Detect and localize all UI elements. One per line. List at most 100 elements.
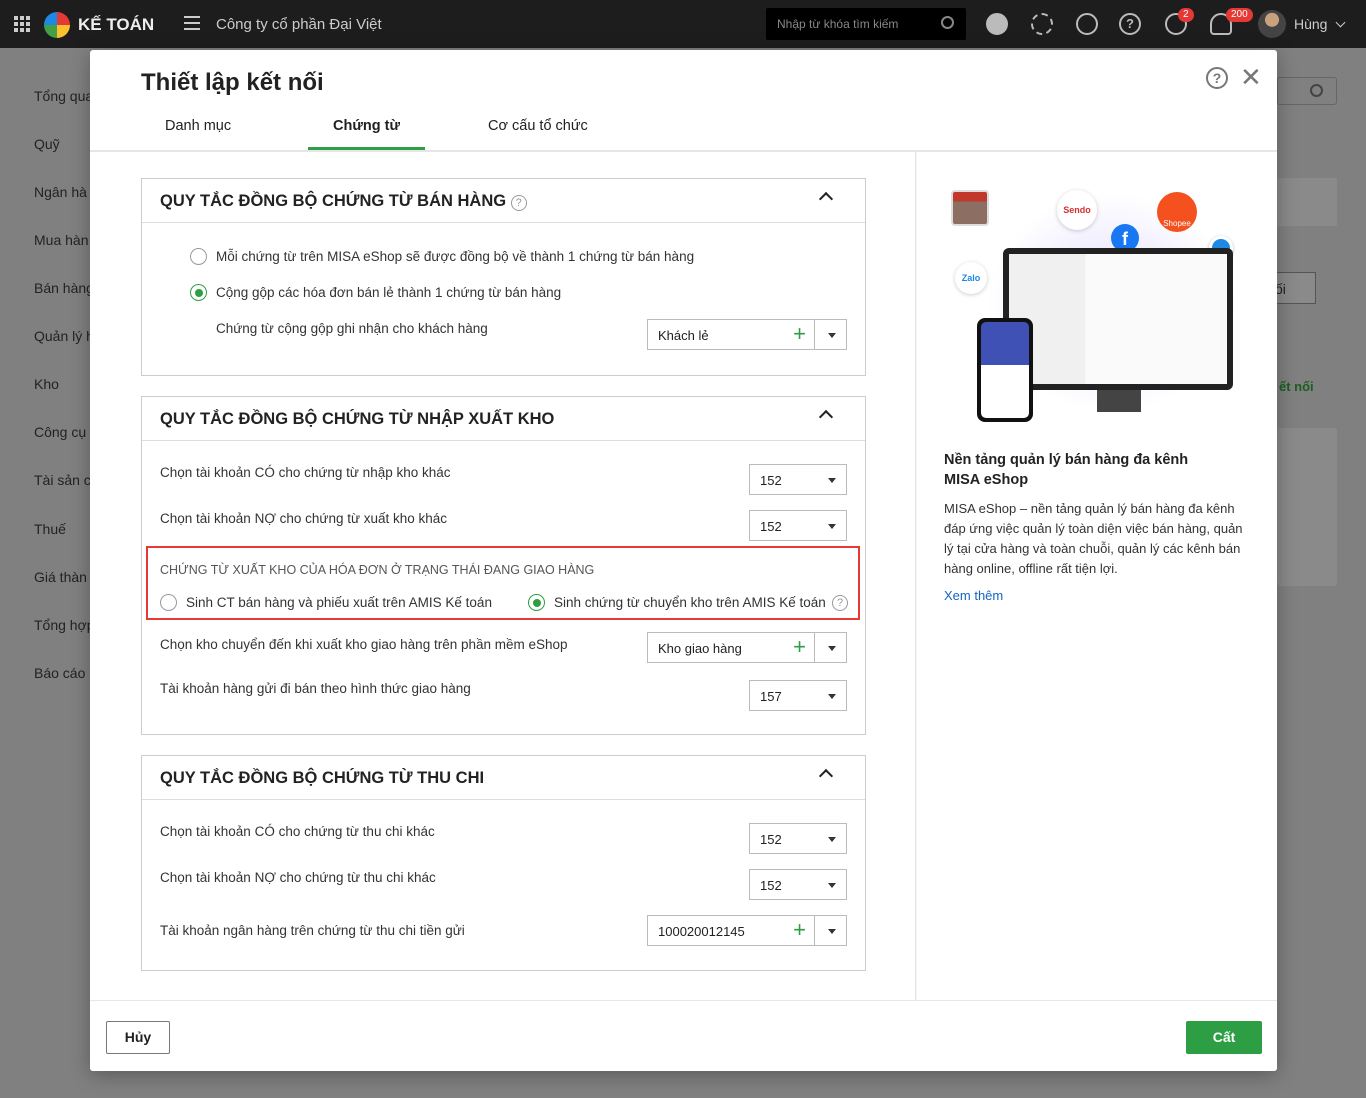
help-icon[interactable]: ? xyxy=(832,595,848,611)
chevron-up-icon[interactable] xyxy=(818,409,834,425)
customer-select[interactable]: Khách lẻ + xyxy=(647,319,847,350)
chevron-up-icon[interactable] xyxy=(818,191,834,207)
chat-icon[interactable] xyxy=(1076,13,1098,35)
sidebar-item[interactable]: Tổng hợp xyxy=(34,617,95,633)
sidebar-item[interactable]: Giá thàn xyxy=(34,569,87,585)
gear-icon[interactable] xyxy=(1031,13,1053,35)
sidebar-item[interactable]: Mua hàn xyxy=(34,232,88,248)
credit-account-label: Chọn tài khoản CÓ cho chứng từ nhập kho … xyxy=(160,465,451,480)
select-value: 152 xyxy=(760,878,782,893)
section-title-text: QUY TẮC ĐỒNG BỘ CHỨNG TỪ BÁN HÀNG xyxy=(160,192,507,210)
debit-account-label: Chọn tài khoản NỢ cho chứng từ thu chi k… xyxy=(160,870,436,885)
close-icon[interactable]: ✕ xyxy=(1240,64,1262,90)
avatar[interactable] xyxy=(1258,10,1286,38)
select-value: 152 xyxy=(760,832,782,847)
search-box[interactable]: Nhập từ khóa tìm kiếm xyxy=(766,8,966,40)
section-header[interactable]: QUY TẮC ĐỒNG BỘ CHỨNG TỪ BÁN HÀNG ? xyxy=(142,179,865,223)
section-title: QUY TẮC ĐỒNG BỘ CHỨNG TỪ BÁN HÀNG ? xyxy=(160,192,527,211)
top-bar: KẾ TOÁN Công ty cổ phần Đại Việt Nhập từ… xyxy=(0,0,1366,48)
credit-account-select[interactable]: 152 xyxy=(749,464,847,495)
add-icon[interactable]: + xyxy=(793,919,806,941)
section-header[interactable]: QUY TẮC ĐỒNG BỘ CHỨNG TỪ NHẬP XUẤT KHO xyxy=(142,397,865,441)
radio-merge-retail[interactable] xyxy=(190,284,207,301)
sidebar-item[interactable]: Thuế xyxy=(34,521,66,537)
search-icon[interactable] xyxy=(941,16,954,29)
radio-sync-each[interactable] xyxy=(190,248,207,265)
tab-0[interactable]: Danh mục xyxy=(165,112,231,150)
customer-label: Chứng từ cộng gộp ghi nhận cho khách hàn… xyxy=(216,321,488,336)
sidebar-item[interactable]: Công cụ xyxy=(34,424,86,440)
radio-label: Cộng gộp các hóa đơn bán lẻ thành 1 chứn… xyxy=(216,285,562,300)
sidebar-item[interactable]: Bán hàng xyxy=(34,280,94,296)
credit-account-label: Chọn tài khoản CÓ cho chứng từ thu chi k… xyxy=(160,824,435,839)
more-icon[interactable] xyxy=(986,13,1008,35)
tab-2[interactable]: Cơ cấu tổ chức xyxy=(488,112,588,150)
user-name[interactable]: Hùng xyxy=(1294,16,1327,32)
dialog-header: Thiết lập kết nối ? ✕ Danh mục Chứng từ Cơ… xyxy=(90,50,1277,152)
bank-account-select[interactable]: 100020012145 + xyxy=(647,915,847,946)
select-value: 152 xyxy=(760,519,782,534)
divider xyxy=(814,320,815,349)
bank-account-label: Tài khoản ngân hàng trên chứng từ thu ch… xyxy=(160,923,465,938)
app-name[interactable]: KẾ TOÁN xyxy=(78,15,154,35)
credit-account-select[interactable]: 152 xyxy=(749,823,847,854)
debit-account-select[interactable]: 152 xyxy=(749,869,847,900)
cash-sync-section: QUY TẮC ĐỒNG BỘ CHỨNG TỪ THU CHI Chọn tà… xyxy=(141,755,866,971)
search-input[interactable]: Nhập từ khóa tìm kiếm xyxy=(777,17,898,31)
section-header[interactable]: QUY TẮC ĐỒNG BỘ CHỨNG TỪ THU CHI xyxy=(142,756,865,800)
company-name[interactable]: Công ty cổ phần Đại Việt xyxy=(216,16,382,33)
menu-icon[interactable] xyxy=(184,16,200,30)
section-title: QUY TẮC ĐỒNG BỘ CHỨNG TỪ NHẬP XUẤT KHO xyxy=(160,410,555,428)
caret-down-icon[interactable] xyxy=(828,646,836,651)
radio-transfer-voucher[interactable] xyxy=(528,594,545,611)
dialog-body: QUY TẮC ĐỒNG BỘ CHỨNG TỪ BÁN HÀNG ? Mỗi … xyxy=(90,152,1277,1000)
radio-label: Sinh chứng từ chuyển kho trên AMIS Kế to… xyxy=(554,595,826,610)
consign-account-select[interactable]: 157 xyxy=(749,680,847,711)
help-icon[interactable]: ? xyxy=(1119,13,1141,35)
caret-down-icon[interactable] xyxy=(828,929,836,934)
caret-down-icon[interactable] xyxy=(828,333,836,338)
debit-account-label: Chọn tài khoản NỢ cho chứng từ xuất kho … xyxy=(160,511,448,526)
select-value: Kho giao hàng xyxy=(658,641,742,656)
caret-down-icon[interactable] xyxy=(828,883,836,888)
caret-down-icon[interactable] xyxy=(828,694,836,699)
background-card xyxy=(1277,428,1337,586)
store-icon xyxy=(951,190,989,226)
caret-down-icon[interactable] xyxy=(828,837,836,842)
caret-down-icon[interactable] xyxy=(828,524,836,529)
caret-down-icon[interactable] xyxy=(828,478,836,483)
help-icon[interactable]: ? xyxy=(1206,67,1228,89)
sidebar-item[interactable]: Báo cáo xyxy=(34,665,85,681)
add-icon[interactable]: + xyxy=(793,636,806,658)
debit-account-select[interactable]: 152 xyxy=(749,510,847,541)
apps-grid-icon[interactable] xyxy=(14,16,30,32)
connection-settings-dialog: Thiết lập kết nối ? ✕ Danh mục Chứng từ Cơ… xyxy=(90,50,1277,1071)
sidebar-item[interactable]: Ngân hà xyxy=(34,184,87,200)
promo-panel: Sendo Shopee f Zalo Nền tảng quản lý bán… xyxy=(917,152,1277,1000)
read-more-link[interactable]: Xem thêm xyxy=(944,588,1003,603)
chevron-up-icon[interactable] xyxy=(818,768,834,784)
section-title: QUY TẮC ĐỒNG BỘ CHỨNG TỪ THU CHI xyxy=(160,769,485,787)
sidebar-item[interactable]: Tổng qua xyxy=(34,88,93,104)
sidebar-item[interactable]: Tài sản c xyxy=(34,472,91,488)
select-value: 157 xyxy=(760,689,782,704)
chevron-down-icon[interactable] xyxy=(1335,17,1346,28)
sidebar-item[interactable]: Kho xyxy=(34,376,59,392)
cancel-button[interactable]: Hủy xyxy=(106,1021,170,1054)
sendo-label: Sendo xyxy=(1063,205,1091,215)
radio-sales-and-issue[interactable] xyxy=(160,594,177,611)
tab-label: Chứng từ xyxy=(333,118,400,134)
add-icon[interactable]: + xyxy=(793,323,806,345)
background-link[interactable]: ết nối xyxy=(1279,379,1314,394)
warehouse-select[interactable]: Kho giao hàng + xyxy=(647,632,847,663)
help-icon[interactable]: ? xyxy=(510,195,527,211)
sidebar-item[interactable]: Quản lý h xyxy=(34,328,94,344)
dialog-footer: Hủy Cất xyxy=(90,1000,1277,1071)
sidebar-item[interactable]: Quỹ xyxy=(34,136,60,152)
select-value: 152 xyxy=(760,473,782,488)
sales-sync-section: QUY TẮC ĐỒNG BỘ CHỨNG TỪ BÁN HÀNG ? Mỗi … xyxy=(141,178,866,376)
tab-1[interactable]: Chứng từ xyxy=(308,112,425,150)
save-button[interactable]: Cất xyxy=(1186,1021,1262,1054)
monitor-stand xyxy=(1097,390,1141,412)
background-search[interactable] xyxy=(1277,77,1337,105)
